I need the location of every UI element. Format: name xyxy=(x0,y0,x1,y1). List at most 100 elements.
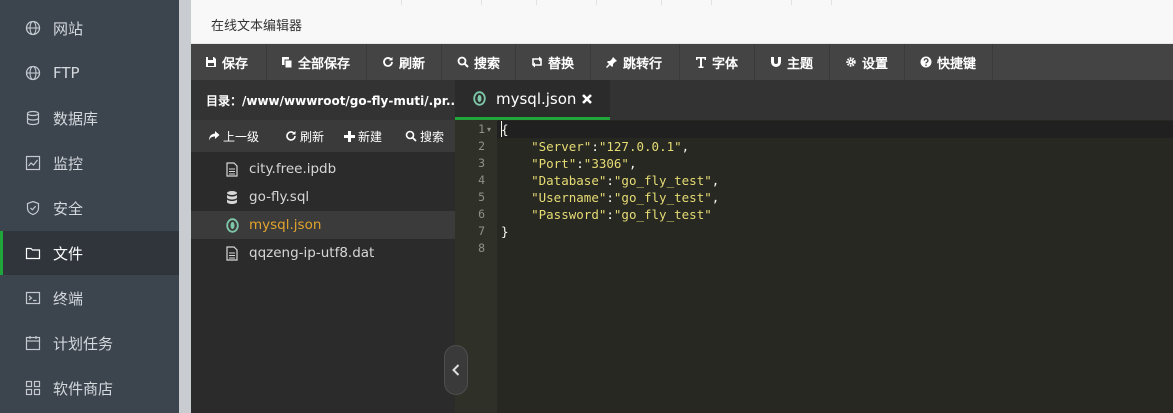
directory-path: 目录：/www/wwwroot/go-fly-muti/.pr... xyxy=(191,80,455,120)
globe-icon xyxy=(24,64,42,82)
nav-item-store[interactable]: 软件商店 xyxy=(0,366,179,410)
save-button[interactable]: 保存 xyxy=(191,44,267,80)
chevron-left-icon xyxy=(452,361,460,380)
goto-line-label: 跳转行 xyxy=(623,56,663,72)
panel-search-label: 搜索 xyxy=(420,129,445,144)
replace-label: 替换 xyxy=(548,56,575,72)
close-icon[interactable] xyxy=(579,91,595,107)
calendar-icon xyxy=(24,334,42,352)
globe-icon xyxy=(24,19,42,37)
font-label: 字体 xyxy=(712,56,739,72)
monitor-icon xyxy=(24,154,42,172)
json-key: "Port" xyxy=(531,156,577,171)
save-label: 保存 xyxy=(222,56,249,72)
code-text: } xyxy=(501,224,509,239)
nav-item-website[interactable]: 网站 xyxy=(0,6,179,50)
file-item-selected[interactable]: mysql.json xyxy=(191,211,455,239)
tab-label: mysql.json xyxy=(496,89,577,108)
search-button[interactable]: 搜索 xyxy=(442,44,516,80)
settings-label: 设置 xyxy=(862,56,889,72)
nav-label: 安全 xyxy=(53,199,84,218)
json-icon xyxy=(472,91,486,107)
settings-button[interactable]: 设置 xyxy=(830,44,905,80)
line-number: 6 xyxy=(478,207,485,221)
file-icon xyxy=(225,161,239,177)
editor-toolbar: 保存 全部保存 刷新 搜索 替换 跳转行 字体 主题 设置 快捷键 xyxy=(191,44,1173,80)
json-key: "Username" xyxy=(531,190,607,205)
file-panel: 目录：/www/wwwroot/go-fly-muti/.pr... 上一级 刷… xyxy=(191,80,455,413)
code-editor[interactable]: mysql.json 1 ▾ 2 3 4 5 6 7 8 { "Server":… xyxy=(455,80,1173,413)
json-value: "3306" xyxy=(583,156,629,171)
window-title: 在线文本编辑器 xyxy=(211,19,303,34)
line-number: 7 xyxy=(478,224,485,238)
pin-icon xyxy=(605,55,619,69)
goto-line-button[interactable]: 跳转行 xyxy=(591,44,680,80)
line-number: 1 xyxy=(478,122,485,136)
text-cursor xyxy=(501,121,502,137)
json-key: "Server" xyxy=(531,139,592,154)
main-nav: 网站 FTP 数据库 监控 安全 文件 终端 计划任务 软件商店 xyxy=(0,0,179,413)
new-file-button[interactable]: 新建 xyxy=(343,120,382,152)
tab-mysql-json[interactable]: mysql.json xyxy=(455,80,610,120)
folder-icon xyxy=(24,244,42,262)
panel-refresh-button[interactable]: 刷新 xyxy=(285,120,324,152)
code-line: "Password":"go_fly_test" xyxy=(531,207,712,222)
theme-label: 主题 xyxy=(787,56,814,72)
code-line: "Server":"127.0.0.1", xyxy=(531,139,690,154)
file-item[interactable]: city.free.ipdb xyxy=(191,155,455,183)
nav-label: 计划任务 xyxy=(53,334,114,353)
file-item[interactable]: go-fly.sql xyxy=(191,183,455,211)
nav-item-monitor[interactable]: 监控 xyxy=(0,141,179,185)
search-icon xyxy=(405,130,417,142)
up-level-label: 上一级 xyxy=(223,129,260,144)
line-number: 3 xyxy=(478,156,485,170)
json-value: "127.0.0.1" xyxy=(598,139,682,154)
nav-item-database[interactable]: 数据库 xyxy=(0,96,179,140)
fold-arrow-icon[interactable]: ▾ xyxy=(487,121,495,138)
up-level-button[interactable]: 上一级 xyxy=(208,120,259,152)
database-icon xyxy=(225,189,239,205)
background-tabs xyxy=(191,0,1173,6)
file-name: city.free.ipdb xyxy=(249,161,337,177)
shortcuts-label: 快捷键 xyxy=(937,56,977,72)
file-name: qqzeng-ip-utf8.dat xyxy=(249,245,375,261)
file-item[interactable]: qqzeng-ip-utf8.dat xyxy=(191,239,455,267)
shortcuts-button[interactable]: 快捷键 xyxy=(905,44,993,80)
code-line: "Username":"go_fly_test", xyxy=(531,190,720,205)
magnet-icon xyxy=(769,55,783,69)
file-actions: 上一级 刷新 新建 搜索 xyxy=(191,120,455,152)
nav-item-ftp[interactable]: FTP xyxy=(0,51,179,95)
nav-label: 数据库 xyxy=(53,109,99,128)
nav-label: 监控 xyxy=(53,154,84,173)
replace-button[interactable]: 替换 xyxy=(516,44,591,80)
theme-button[interactable]: 主题 xyxy=(755,44,830,80)
save-all-button[interactable]: 全部保存 xyxy=(267,44,367,80)
text-editor-window: 在线文本编辑器 保存 全部保存 刷新 搜索 替换 跳转行 字体 主题 设置 快捷… xyxy=(191,0,1173,413)
json-key: "Database" xyxy=(531,173,607,188)
json-value: "go_fly_test" xyxy=(613,207,712,222)
json-value: "go_fly_test" xyxy=(613,173,712,188)
collapse-panel-button[interactable] xyxy=(444,345,468,395)
panel-refresh-label: 刷新 xyxy=(300,129,325,144)
nav-item-cron[interactable]: 计划任务 xyxy=(0,321,179,365)
nav-label: 软件商店 xyxy=(53,379,114,398)
shield-icon xyxy=(24,199,42,217)
refresh-icon xyxy=(285,130,297,142)
json-icon xyxy=(225,217,239,233)
nav-item-files[interactable]: 文件 xyxy=(0,231,179,275)
floppy-icon xyxy=(204,55,218,69)
new-file-label: 新建 xyxy=(358,129,383,144)
window-titlebar[interactable]: 在线文本编辑器 xyxy=(191,0,1173,44)
refresh-button[interactable]: 刷新 xyxy=(367,44,442,80)
panel-search-button[interactable]: 搜索 xyxy=(405,120,444,152)
refresh-icon xyxy=(381,55,395,69)
nav-item-security[interactable]: 安全 xyxy=(0,186,179,230)
file-icon xyxy=(225,245,239,261)
save-all-label: 全部保存 xyxy=(298,56,351,72)
database-icon xyxy=(24,109,42,127)
refresh-label: 刷新 xyxy=(399,56,426,72)
font-button[interactable]: 字体 xyxy=(680,44,755,80)
retweet-icon xyxy=(530,55,544,69)
nav-item-terminal[interactable]: 终端 xyxy=(0,276,179,320)
page-gutter xyxy=(179,0,191,413)
